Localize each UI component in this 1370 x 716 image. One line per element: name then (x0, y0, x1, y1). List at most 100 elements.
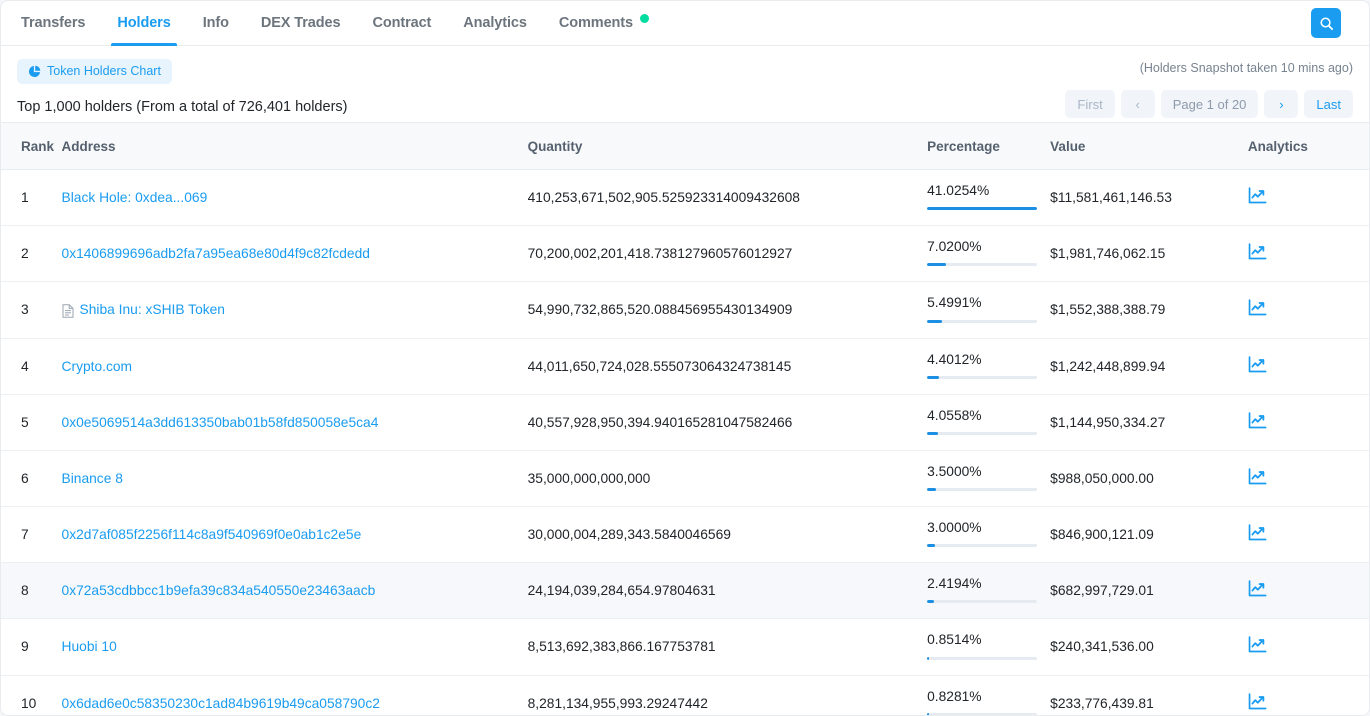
percentage-bar-fill (927, 207, 1037, 210)
percentage-bar-track (927, 713, 1037, 716)
percentage-wrapper: 41.0254% (927, 183, 1042, 212)
address-link[interactable]: Crypto.com (62, 359, 133, 374)
percentage-value: 3.5000% (927, 464, 1042, 479)
column-header-address: Address (62, 123, 528, 170)
address-link[interactable]: 0x1406899696adb2fa7a95ea68e80d4f9c82fcde… (62, 246, 370, 261)
cell-percentage: 4.0558% (927, 394, 1050, 450)
percentage-bar-fill (927, 488, 936, 491)
cell-quantity: 24,194,039,284,654.97804631 (528, 563, 928, 619)
chart-line-icon[interactable] (1248, 356, 1267, 374)
percentage-value: 7.0200% (927, 239, 1042, 254)
cell-analytics (1248, 394, 1369, 450)
tab-analytics[interactable]: Analytics (447, 1, 543, 45)
holders-table: Rank Address Quantity Percentage Value A… (1, 122, 1369, 716)
percentage-bar-track (927, 376, 1037, 379)
address-wrapper: Black Hole: 0xdea...069 (62, 190, 520, 205)
address-wrapper: Binance 8 (62, 471, 520, 486)
table-row[interactable]: 9Huobi 108,513,692,383,866.1677537810.85… (1, 619, 1369, 675)
cell-rank: 10 (1, 675, 62, 716)
cell-percentage: 2.4194% (927, 563, 1050, 619)
new-comments-dot-icon (640, 14, 649, 23)
toolbar: Token Holders Chart (Holders Snapshot ta… (1, 46, 1369, 122)
chart-line-icon[interactable] (1248, 636, 1267, 654)
cell-quantity: 30,000,004,289,343.5840046569 (528, 507, 928, 563)
table-row[interactable]: 6Binance 8 35,000,000,000,0003.5000% $988,… (1, 450, 1369, 506)
tab-comments[interactable]: Comments (543, 1, 665, 45)
table-row[interactable]: 20x1406899696adb2fa7a95ea68e80d4f9c82fcd… (1, 226, 1369, 282)
address-link[interactable]: Binance 8 (62, 471, 123, 486)
chart-line-icon[interactable] (1248, 243, 1267, 261)
chart-line-icon[interactable] (1248, 693, 1267, 711)
cell-rank: 6 (1, 450, 62, 506)
cell-address: 0x72a53cdbbcc1b9efa39c834a540550e23463aa… (62, 563, 528, 619)
tab-holders[interactable]: Holders (101, 1, 186, 45)
tab-label: DEX Trades (261, 15, 341, 31)
address-link[interactable]: 0x6dad6e0c58350230c1ad84b9619b49ca058790… (62, 696, 380, 711)
cell-value: $682,997,729.01 (1050, 563, 1248, 619)
tab-transfers[interactable]: Transfers (5, 1, 101, 45)
cell-quantity: 35,000,000,000,000 (528, 450, 928, 506)
search-icon (1319, 16, 1334, 31)
address-link[interactable]: 0x72a53cdbbcc1b9efa39c834a540550e23463aa… (62, 583, 376, 598)
address-link[interactable]: Shiba Inu: xSHIB Token (80, 302, 225, 317)
cell-rank: 7 (1, 507, 62, 563)
table-row[interactable]: 3Shiba Inu: xSHIB Token54,990,732,865,52… (1, 282, 1369, 338)
table-row[interactable]: 1Black Hole: 0xdea...069410,253,671,502,… (1, 170, 1369, 226)
pagination-first-button[interactable]: First (1065, 90, 1114, 118)
address-link[interactable]: Huobi 10 (62, 639, 117, 654)
token-holders-chart-label: Token Holders Chart (47, 65, 161, 78)
token-holders-chart-button[interactable]: Token Holders Chart (17, 59, 172, 84)
address-link[interactable]: Black Hole: 0xdea...069 (62, 190, 208, 205)
address-wrapper: 0x72a53cdbbcc1b9efa39c834a540550e23463aa… (62, 583, 520, 598)
percentage-bar-track (927, 488, 1037, 491)
percentage-value: 0.8514% (927, 632, 1042, 647)
pagination-last-button[interactable]: Last (1304, 90, 1353, 118)
chart-line-icon[interactable] (1248, 524, 1267, 542)
tab-bar: TransfersHoldersInfo DEX Trades Contract An… (1, 1, 1369, 46)
column-header-analytics: Analytics (1248, 123, 1369, 170)
column-header-value: Value (1050, 123, 1248, 170)
address-link[interactable]: 0x2d7af085f2256f114c8a9f540969f0e0ab1c2e… (62, 527, 362, 542)
pie-chart-icon (28, 65, 41, 78)
percentage-wrapper: 5.4991% (927, 295, 1042, 324)
tab-label: Comments (559, 15, 633, 31)
percentage-bar-track (927, 432, 1037, 435)
search-button[interactable] (1311, 8, 1341, 38)
table-row[interactable]: 100x6dad6e0c58350230c1ad84b9619b49ca0587… (1, 675, 1369, 716)
percentage-value: 0.8281% (927, 689, 1042, 704)
address-link[interactable]: 0x0e5069514a3dd613350bab01b58fd850058e5c… (62, 415, 379, 430)
cell-address: Crypto.com (62, 338, 528, 394)
address-wrapper: Crypto.com (62, 359, 520, 374)
percentage-bar-fill (927, 263, 946, 266)
table-row[interactable]: 4Crypto.com44,011,650,724,028.5550730643… (1, 338, 1369, 394)
tab-label: Contract (372, 15, 431, 31)
chart-line-icon[interactable] (1248, 187, 1267, 205)
percentage-wrapper: 4.4012% (927, 352, 1042, 381)
pagination-next-button[interactable]: › (1264, 90, 1298, 118)
cell-analytics (1248, 338, 1369, 394)
cell-rank: 5 (1, 394, 62, 450)
percentage-bar-fill (927, 657, 929, 660)
percentage-value: 3.0000% (927, 520, 1042, 535)
cell-address: 0x6dad6e0c58350230c1ad84b9619b49ca058790… (62, 675, 528, 716)
cell-address: 0x1406899696adb2fa7a95ea68e80d4f9c82fcde… (62, 226, 528, 282)
cell-percentage: 41.0254% (927, 170, 1050, 226)
cell-value: $11,581,461,146.53 (1050, 170, 1248, 226)
tab-contract[interactable]: Contract (356, 1, 447, 45)
cell-rank: 2 (1, 226, 62, 282)
table-row[interactable]: 50x0e5069514a3dd613350bab01b58fd850058e5… (1, 394, 1369, 450)
percentage-bar-fill (927, 320, 942, 323)
cell-quantity: 410,253,671,502,905.525923314009432608 (528, 170, 928, 226)
table-row[interactable]: 80x72a53cdbbcc1b9efa39c834a540550e23463a… (1, 563, 1369, 619)
chart-line-icon[interactable] (1248, 580, 1267, 598)
cell-value: $988,050,000.00 (1050, 450, 1248, 506)
tab-dex-trades[interactable]: DEX Trades (245, 1, 357, 45)
chart-line-icon[interactable] (1248, 299, 1267, 317)
table-row[interactable]: 70x2d7af085f2256f114c8a9f540969f0e0ab1c2… (1, 507, 1369, 563)
cell-address: Shiba Inu: xSHIB Token (62, 282, 528, 338)
pagination-prev-button[interactable]: ‹ (1121, 90, 1155, 118)
chart-line-icon[interactable] (1248, 412, 1267, 430)
chart-line-icon[interactable] (1248, 468, 1267, 486)
tab-info[interactable]: Info (187, 1, 245, 45)
address-wrapper: Shiba Inu: xSHIB Token (62, 302, 520, 317)
